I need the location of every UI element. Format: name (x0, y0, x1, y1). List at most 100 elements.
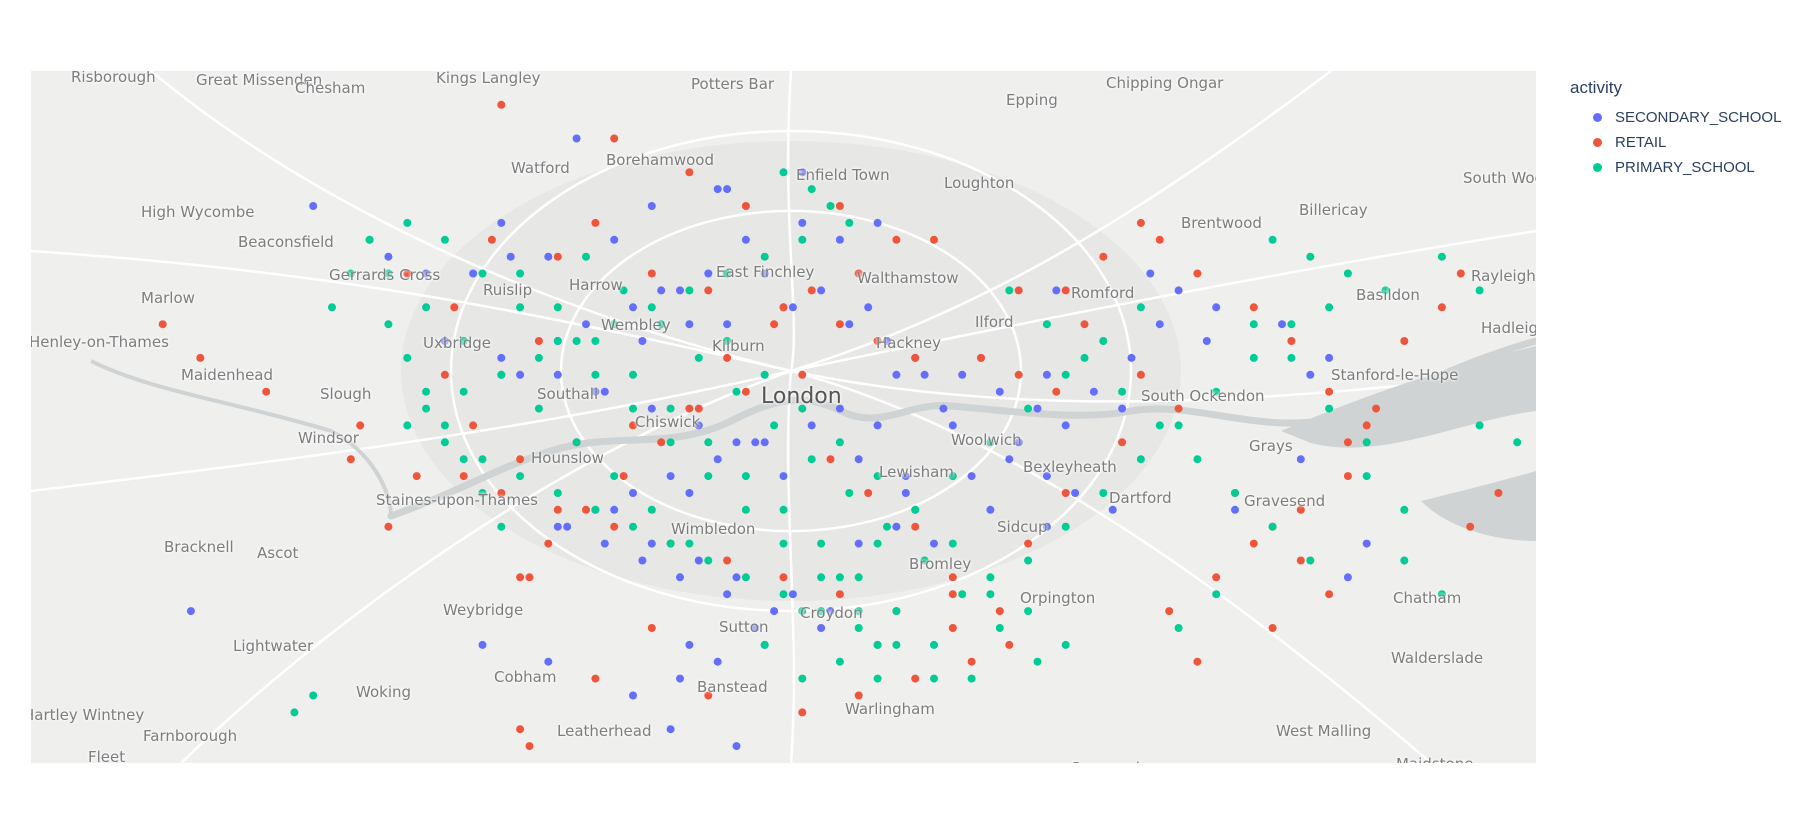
point-primary-school[interactable] (817, 539, 826, 548)
point-secondary-school[interactable] (845, 320, 854, 329)
point-secondary-school[interactable] (610, 505, 619, 514)
point-retail[interactable] (911, 674, 920, 683)
point-primary-school[interactable] (666, 539, 675, 548)
point-secondary-school[interactable] (647, 404, 656, 413)
point-secondary-school[interactable] (647, 539, 656, 548)
point-retail[interactable] (911, 353, 920, 362)
point-primary-school[interactable] (1513, 438, 1522, 447)
point-primary-school[interactable] (704, 472, 713, 481)
point-primary-school[interactable] (610, 472, 619, 481)
point-retail[interactable] (582, 505, 590, 514)
point-primary-school[interactable] (1174, 421, 1183, 430)
point-secondary-school[interactable] (694, 556, 703, 565)
point-retail[interactable] (1372, 404, 1381, 413)
point-retail[interactable] (450, 303, 459, 312)
point-primary-school[interactable] (666, 404, 675, 413)
point-secondary-school[interactable] (638, 556, 647, 565)
point-retail[interactable] (516, 573, 525, 582)
point-retail[interactable] (1014, 370, 1023, 379)
point-primary-school[interactable] (629, 522, 637, 531)
point-retail[interactable] (1249, 303, 1258, 312)
point-retail[interactable] (196, 353, 205, 362)
point-secondary-school[interactable] (939, 404, 948, 413)
point-retail[interactable] (516, 455, 525, 464)
map-view[interactable]: London Risborough Great Missenden Chesham Ki… (31, 71, 1536, 763)
point-retail[interactable] (807, 286, 816, 295)
point-secondary-school[interactable] (516, 370, 525, 379)
point-primary-school[interactable] (1061, 640, 1070, 649)
point-primary-school[interactable] (1268, 522, 1277, 531)
point-primary-school[interactable] (422, 303, 431, 312)
point-primary-school[interactable] (478, 455, 487, 464)
point-primary-school[interactable] (854, 573, 863, 582)
point-primary-school[interactable] (1306, 252, 1315, 261)
point-retail[interactable] (459, 472, 468, 481)
point-retail[interactable] (1343, 472, 1352, 481)
point-primary-school[interactable] (440, 421, 449, 430)
point-primary-school[interactable] (873, 640, 882, 649)
point-primary-school[interactable] (986, 573, 995, 582)
point-retail[interactable] (384, 522, 393, 531)
point-retail[interactable] (1268, 624, 1277, 632)
point-primary-school[interactable] (553, 489, 562, 497)
point-secondary-school[interactable] (967, 472, 976, 481)
point-retail[interactable] (864, 489, 873, 497)
point-retail[interactable] (1296, 556, 1305, 565)
point-primary-school[interactable] (892, 607, 901, 616)
point-primary-school[interactable] (1325, 404, 1334, 413)
point-secondary-school[interactable] (854, 539, 863, 548)
point-primary-school[interactable] (779, 590, 788, 599)
point-primary-school[interactable] (1193, 455, 1202, 464)
point-primary-school[interactable] (516, 269, 525, 278)
point-retail[interactable] (610, 134, 619, 143)
point-primary-school[interactable] (1306, 556, 1315, 565)
point-primary-school[interactable] (1400, 505, 1409, 514)
point-secondary-school[interactable] (892, 522, 901, 531)
point-secondary-school[interactable] (478, 640, 487, 649)
point-primary-school[interactable] (1400, 556, 1409, 565)
point-secondary-school[interactable] (864, 303, 873, 312)
point-primary-school[interactable] (403, 421, 412, 430)
point-secondary-school[interactable] (741, 235, 750, 244)
point-secondary-school[interactable] (723, 320, 732, 329)
point-retail[interactable] (948, 573, 957, 582)
point-primary-school[interactable] (534, 353, 543, 362)
point-primary-school[interactable] (582, 252, 590, 261)
point-primary-school[interactable] (1042, 320, 1051, 329)
point-primary-school[interactable] (779, 505, 788, 514)
point-retail[interactable] (1437, 303, 1446, 312)
point-secondary-school[interactable] (629, 691, 637, 700)
point-secondary-school[interactable] (666, 725, 675, 734)
point-secondary-school[interactable] (600, 387, 609, 396)
point-secondary-school[interactable] (1052, 286, 1061, 295)
point-secondary-school[interactable] (469, 269, 478, 278)
point-primary-school[interactable] (798, 235, 807, 244)
point-primary-school[interactable] (647, 303, 656, 312)
point-retail[interactable] (544, 539, 553, 548)
point-primary-school[interactable] (497, 370, 506, 379)
point-secondary-school[interactable] (873, 218, 882, 227)
point-primary-school[interactable] (760, 640, 769, 649)
point-retail[interactable] (892, 235, 901, 244)
point-secondary-school[interactable] (563, 522, 572, 531)
point-secondary-school[interactable] (629, 303, 637, 312)
point-primary-school[interactable] (384, 320, 393, 329)
point-secondary-school[interactable] (506, 252, 515, 261)
point-secondary-school[interactable] (713, 657, 722, 666)
point-secondary-school[interactable] (807, 421, 816, 430)
point-secondary-school[interactable] (1174, 286, 1183, 295)
legend-item-retail[interactable]: RETAIL (1570, 130, 1781, 155)
point-retail[interactable] (723, 556, 732, 565)
point-retail[interactable] (657, 438, 666, 447)
point-primary-school[interactable] (807, 455, 816, 464)
point-retail[interactable] (1052, 387, 1061, 396)
point-primary-school[interactable] (741, 472, 750, 481)
point-retail[interactable] (1494, 489, 1503, 497)
point-retail[interactable] (930, 235, 938, 244)
point-secondary-school[interactable] (1212, 303, 1221, 312)
point-retail[interactable] (525, 573, 534, 582)
point-secondary-school[interactable] (788, 303, 797, 312)
point-primary-school[interactable] (930, 640, 938, 649)
point-primary-school[interactable] (826, 202, 835, 210)
point-secondary-school[interactable] (1089, 387, 1098, 396)
